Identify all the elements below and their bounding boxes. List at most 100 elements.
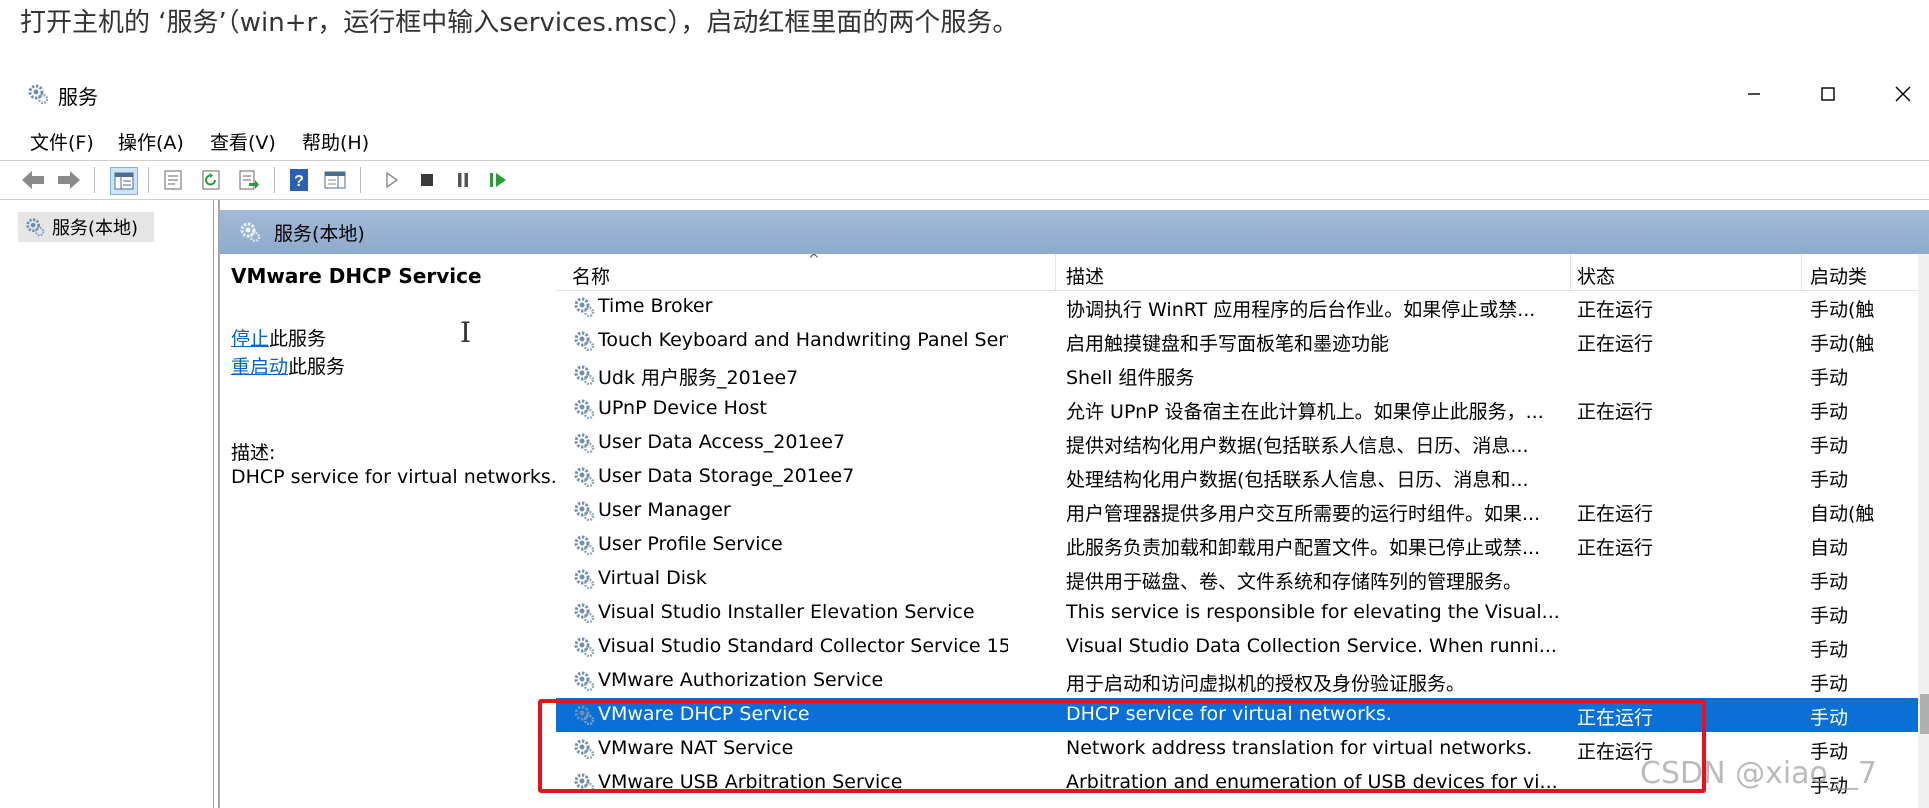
service-gear-icon — [572, 771, 596, 795]
service-name: User Data Storage_201ee7 — [598, 465, 855, 487]
window-title: 服务 — [58, 85, 98, 109]
service-name: VMware Authorization Service — [598, 669, 884, 691]
service-row[interactable]: Visual Studio Installer Elevation Servic… — [556, 596, 1929, 630]
close-icon — [1895, 86, 1911, 102]
stop-service-link[interactable]: 停止 — [231, 328, 269, 350]
service-description: 提供用于磁盘、卷、文件系统和存储阵列的管理服务。 — [1066, 571, 1523, 593]
minimize-icon — [1748, 93, 1760, 95]
back-button[interactable] — [20, 167, 46, 193]
close-button[interactable] — [1878, 76, 1928, 112]
service-row[interactable]: Touch Keyboard and Handwriting Panel Ser… — [556, 324, 1929, 358]
export-list-icon — [239, 170, 259, 190]
services-list: ^ 名称 描述 状态 启动类 Time Broker 协调执行 WinRT 应用程… — [556, 254, 1929, 808]
service-startup-type: 自动(触 — [1810, 503, 1875, 525]
start-icon — [386, 171, 399, 189]
service-row[interactable]: Virtual Disk 提供用于磁盘、卷、文件系统和存储阵列的管理服务。 手动 — [556, 562, 1929, 596]
menu-help[interactable]: 帮助(H) — [302, 128, 369, 155]
menu-bar: 文件(F) 操作(A) 查看(V) 帮助(H) — [0, 124, 1929, 156]
service-row[interactable]: Udk 用户服务_201ee7 Shell 组件服务 手动 — [556, 358, 1929, 392]
service-gear-icon — [572, 567, 596, 591]
service-name: VMware USB Arbitration Service — [598, 771, 903, 793]
refresh-button[interactable] — [198, 167, 224, 193]
restart-suffix: 此服务 — [288, 356, 346, 378]
tree-item-services-local[interactable]: 服务(本地) — [18, 212, 154, 242]
pause-service-button[interactable] — [450, 167, 476, 193]
service-description: DHCP service for virtual networks. — [1066, 703, 1392, 725]
show-hide-tree-icon — [114, 172, 134, 190]
maximize-button[interactable] — [1803, 76, 1853, 112]
service-row[interactable]: User Profile Service 此服务负责加载和卸载用户配置文件。如果已… — [556, 528, 1929, 562]
show-action-pane-button[interactable] — [322, 167, 348, 193]
restart-service-link[interactable]: 重启动 — [231, 356, 288, 378]
properties-button[interactable] — [160, 167, 186, 193]
sort-ascending-icon: ^ — [808, 254, 820, 268]
service-startup-type: 手动 — [1810, 469, 1849, 491]
column-status-header[interactable]: 状态 — [1577, 262, 1615, 289]
service-startup-type: 手动(触 — [1810, 299, 1875, 321]
service-name: User Data Access_201ee7 — [598, 431, 846, 453]
tree-item-label: 服务(本地) — [52, 218, 139, 239]
service-description: 允许 UPnP 设备宿主在此计算机上。如果停止此服务，... — [1066, 401, 1544, 423]
service-row[interactable]: VMware DHCP Service DHCP service for virt… — [556, 698, 1929, 732]
stop-service-button[interactable] — [414, 167, 440, 193]
service-description: 此服务负责加载和卸载用户配置文件。如果已停止或禁... — [1066, 537, 1541, 559]
show-hide-tree-button[interactable] — [110, 167, 138, 195]
service-gear-icon — [572, 737, 596, 761]
service-startup-type: 手动 — [1810, 571, 1849, 593]
service-startup-type: 手动 — [1810, 435, 1849, 457]
service-row[interactable]: Visual Studio Standard Collector Service… — [556, 630, 1929, 664]
service-status: 正在运行 — [1577, 537, 1654, 559]
service-description: Arbitration and enumeration of USB devic… — [1066, 771, 1558, 793]
vertical-scrollbar[interactable] — [1918, 254, 1929, 808]
service-description: 用户管理器提供多用户交互所需要的运行时组件。如果... — [1066, 503, 1541, 525]
service-status: 正在运行 — [1577, 707, 1654, 729]
service-name: UPnP Device Host — [598, 397, 767, 419]
list-header: ^ 名称 描述 状态 启动类 — [556, 254, 1929, 291]
instruction-text: 打开主机的 ‘服务’（win+r，运行框中输入services.msc），启动红… — [20, 8, 1019, 38]
export-list-button[interactable] — [236, 167, 262, 193]
service-gear-icon — [572, 295, 596, 319]
forward-button[interactable] — [56, 167, 82, 193]
panel-header: 服务(本地) — [220, 210, 1929, 254]
service-description: Shell 组件服务 — [1066, 367, 1195, 389]
service-gear-icon — [572, 533, 596, 557]
service-gear-icon — [572, 465, 596, 489]
column-name-header[interactable]: 名称 — [572, 262, 610, 289]
show-action-pane-icon — [324, 171, 346, 189]
service-startup-type: 手动(触 — [1810, 333, 1875, 355]
menu-action[interactable]: 操作(A) — [118, 128, 184, 155]
service-gear-icon — [572, 601, 596, 625]
gear-icon — [28, 84, 49, 105]
service-name: Touch Keyboard and Handwriting Panel Ser… — [598, 329, 1008, 351]
service-startup-type: 手动 — [1810, 707, 1849, 729]
service-startup-type: 手动 — [1810, 401, 1849, 423]
service-gear-icon — [572, 499, 596, 523]
scrollbar-thumb[interactable] — [1920, 694, 1929, 734]
column-desc-header[interactable]: 描述 — [1066, 262, 1104, 289]
restart-service-button[interactable] — [486, 167, 512, 193]
service-row[interactable]: VMware Authorization Service 用于启动和访问虚拟机的授… — [556, 664, 1929, 698]
service-row[interactable]: User Manager 用户管理器提供多用户交互所需要的运行时组件。如果... 正… — [556, 494, 1929, 528]
forward-icon — [58, 171, 80, 189]
back-icon — [22, 171, 44, 189]
minimize-button[interactable] — [1729, 76, 1779, 112]
service-description: 启用触摸键盘和手写面板笔和墨迹功能 — [1066, 333, 1390, 355]
service-name: Visual Studio Installer Elevation Servic… — [598, 601, 975, 623]
service-row[interactable]: User Data Storage_201ee7 处理结构化用户数据(包括联系人信… — [556, 460, 1929, 494]
gear-icon — [240, 222, 261, 243]
menu-file[interactable]: 文件(F) — [30, 128, 94, 155]
detail-title: VMware DHCP Service — [231, 264, 482, 288]
service-description: 协调执行 WinRT 应用程序的后台作业。如果停止或禁... — [1066, 299, 1536, 321]
help-button[interactable]: ? — [286, 167, 312, 193]
service-row[interactable]: UPnP Device Host 允许 UPnP 设备宿主在此计算机上。如果停止此… — [556, 392, 1929, 426]
service-description: 提供对结构化用户数据(包括联系人信息、日历、消息... — [1066, 435, 1529, 457]
maximize-icon — [1821, 87, 1835, 101]
service-gear-icon — [572, 431, 596, 455]
start-service-button[interactable] — [378, 167, 404, 193]
service-status: 正在运行 — [1577, 401, 1654, 423]
menu-view[interactable]: 查看(V) — [210, 128, 276, 155]
service-row[interactable]: Time Broker 协调执行 WinRT 应用程序的后台作业。如果停止或禁..… — [556, 290, 1929, 324]
column-startup-header[interactable]: 启动类 — [1810, 262, 1867, 289]
service-row[interactable]: User Data Access_201ee7 提供对结构化用户数据(包括联系人信… — [556, 426, 1929, 460]
service-gear-icon — [572, 363, 596, 387]
